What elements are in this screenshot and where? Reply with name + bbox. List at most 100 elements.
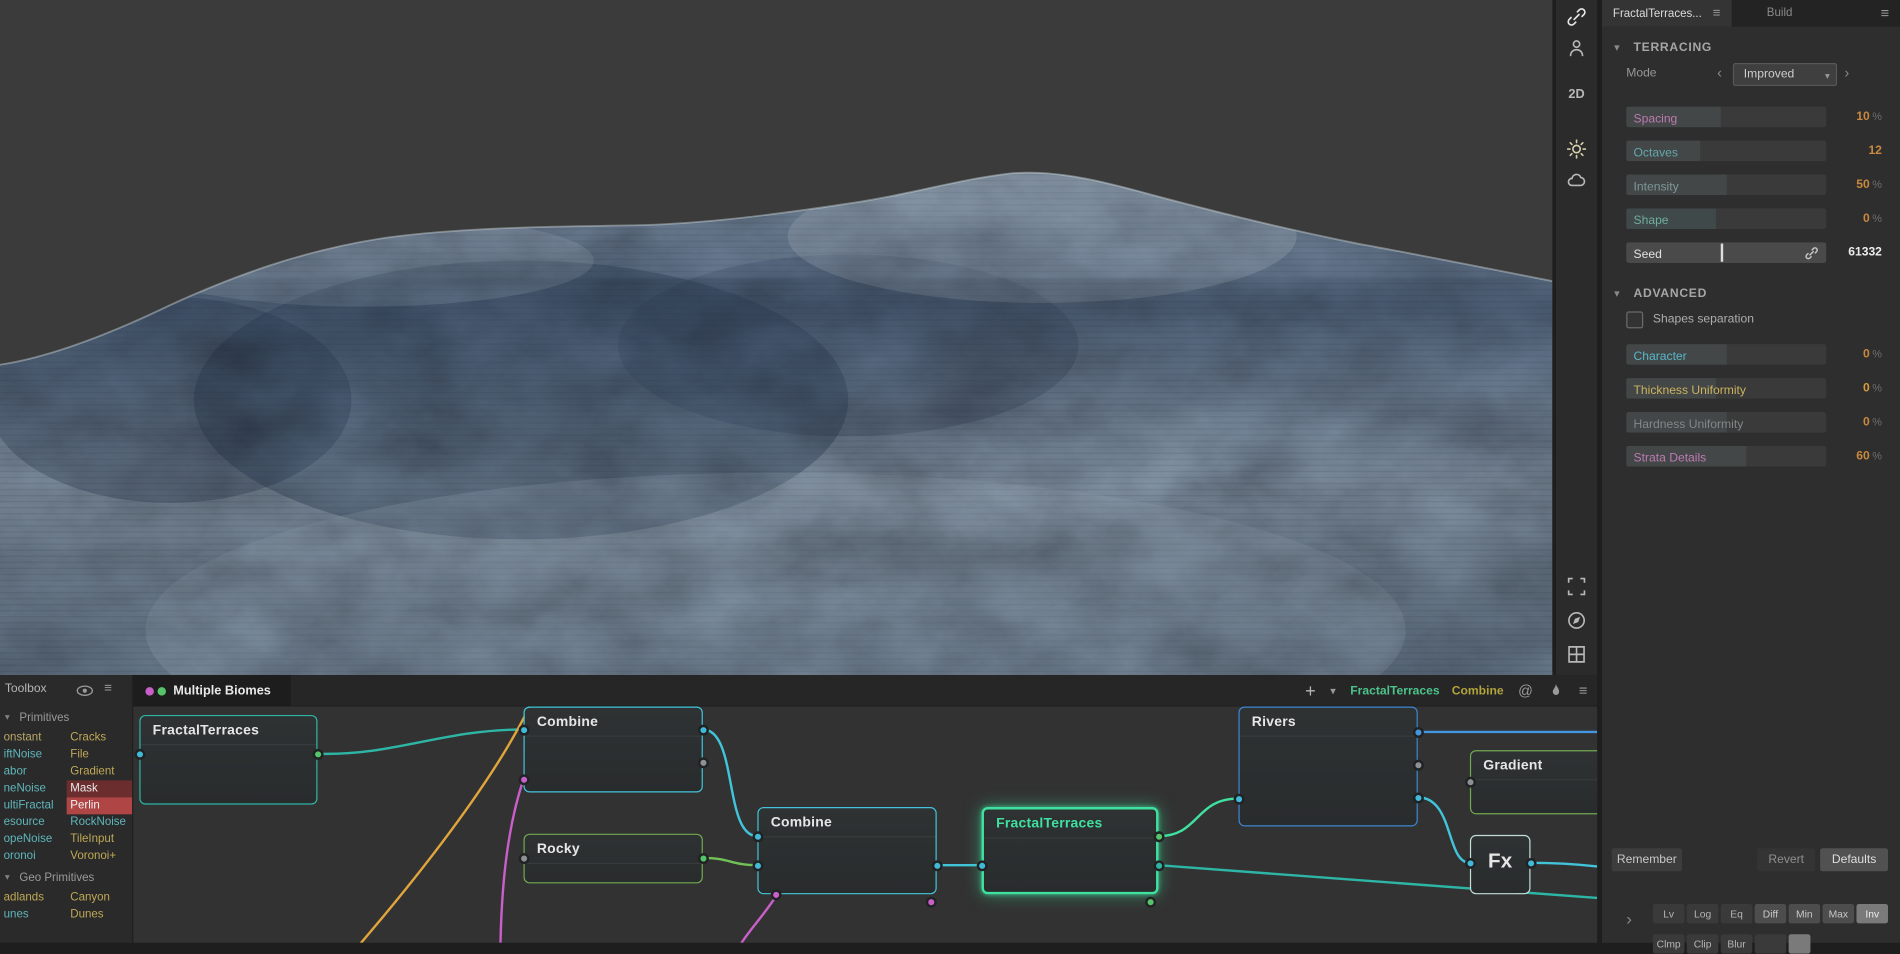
- compass-icon[interactable]: [1566, 610, 1588, 632]
- slider-track[interactable]: Character: [1626, 344, 1827, 365]
- character-scale-icon[interactable]: [1566, 38, 1588, 60]
- tab-build[interactable]: Build: [1767, 0, 1793, 27]
- view-2d-button[interactable]: 2D: [1563, 87, 1590, 102]
- node-port[interactable]: [1525, 857, 1536, 869]
- node-graph-canvas[interactable]: FractalTerraces Combine Rocky Combine Fracta…: [133, 706, 1598, 943]
- slider-track[interactable]: Shape: [1626, 208, 1827, 230]
- node-rocky[interactable]: Rocky: [523, 833, 703, 884]
- shapes-separation-checkbox[interactable]: [1626, 311, 1644, 329]
- node-port[interactable]: [697, 724, 709, 735]
- graph-menu-icon[interactable]: ≡: [1579, 682, 1588, 699]
- wire[interactable]: [359, 706, 531, 943]
- eye-icon[interactable]: [75, 681, 94, 700]
- breadcrumb-fractalterraces[interactable]: FractalTerraces: [1350, 684, 1439, 697]
- node-port[interactable]: [1412, 759, 1424, 771]
- wire[interactable]: [1529, 861, 1598, 868]
- toolbox-item-dunes[interactable]: Dunes: [67, 906, 132, 923]
- mode-dropdown[interactable]: Improved ▾: [1732, 63, 1838, 87]
- node-fractalterraces[interactable]: FractalTerraces: [139, 714, 318, 805]
- section-terracing[interactable]: ▾ TERRACING: [1602, 40, 1900, 59]
- slider-track[interactable]: Intensity: [1626, 174, 1827, 196]
- section-advanced[interactable]: ▾ ADVANCED: [1602, 286, 1900, 305]
- toolbox-item-onstant[interactable]: onstant: [0, 730, 67, 747]
- mini-button-min[interactable]: Min: [1788, 904, 1821, 924]
- mention-icon[interactable]: @: [1518, 682, 1533, 699]
- graph-tab-multiple-biomes[interactable]: Multiple Biomes: [133, 674, 291, 707]
- mini-button-diff[interactable]: Diff: [1754, 904, 1787, 924]
- node-port[interactable]: [751, 830, 763, 842]
- node-port[interactable]: [697, 852, 709, 864]
- slider-track[interactable]: Spacing: [1626, 106, 1827, 128]
- node-port[interactable]: [751, 859, 763, 871]
- node-port[interactable]: [976, 859, 988, 871]
- mini-button-lv[interactable]: Lv: [1652, 904, 1685, 924]
- mini-button-blank[interactable]: [1754, 934, 1787, 954]
- node-combine[interactable]: Combine: [523, 706, 703, 793]
- mini-button-clmp[interactable]: Clmp: [1652, 934, 1685, 954]
- node-port[interactable]: [1464, 776, 1476, 788]
- wire[interactable]: [1416, 796, 1472, 865]
- slider-track[interactable]: Seed: [1626, 242, 1827, 263]
- toolbox-section-geo-primitives[interactable]: ▾ Geo Primitives: [0, 870, 132, 889]
- expand-icon[interactable]: ›: [1626, 909, 1632, 928]
- toolbox-item-cracks[interactable]: Cracks: [67, 730, 132, 747]
- mode-next-button[interactable]: ›: [1844, 64, 1849, 81]
- remember-button[interactable]: Remember: [1611, 848, 1682, 872]
- node-port[interactable]: [1412, 726, 1424, 738]
- mini-button-clip[interactable]: Clip: [1686, 934, 1719, 954]
- node-port[interactable]: [518, 724, 529, 735]
- node-port[interactable]: [770, 888, 782, 900]
- toolbox-item-perlin[interactable]: Perlin: [66, 797, 133, 815]
- mini-button-blank[interactable]: [1788, 934, 1811, 954]
- node-fx[interactable]: Fx: [1469, 834, 1531, 895]
- mini-button-eq[interactable]: Eq: [1720, 904, 1753, 924]
- node-port[interactable]: [1144, 896, 1156, 908]
- node-rivers[interactable]: Rivers: [1238, 706, 1418, 827]
- toolbox-item-iftnoise[interactable]: iftNoise: [0, 746, 67, 763]
- toolbox-menu-icon[interactable]: ≡: [104, 681, 112, 696]
- node-port[interactable]: [931, 859, 943, 871]
- node-port[interactable]: [697, 756, 709, 768]
- grid-view-icon[interactable]: [1566, 643, 1588, 665]
- panel-menu-icon[interactable]: ≡: [1881, 0, 1890, 27]
- wire[interactable]: [1157, 864, 1598, 900]
- mini-button-max[interactable]: Max: [1822, 904, 1855, 924]
- node-port[interactable]: [312, 748, 323, 760]
- tab-menu-icon[interactable]: ≡: [1713, 6, 1721, 21]
- breadcrumb-combine[interactable]: Combine: [1452, 684, 1504, 697]
- seed-link-icon[interactable]: [1804, 245, 1819, 260]
- defaults-button[interactable]: Defaults: [1820, 848, 1888, 872]
- node-port[interactable]: [518, 852, 529, 864]
- mini-button-inv[interactable]: Inv: [1856, 904, 1888, 924]
- sun-light-icon[interactable]: [1566, 138, 1588, 160]
- toolbox-item-nenoise[interactable]: neNoise: [0, 780, 67, 797]
- node-gradient[interactable]: Gradient: [1469, 750, 1598, 815]
- node-port[interactable]: [1464, 857, 1476, 869]
- toolbox-item-rocknoise[interactable]: RockNoise: [67, 814, 132, 831]
- wire[interactable]: [316, 728, 525, 756]
- toolbox-item-ultifractal[interactable]: ultiFractal: [0, 797, 67, 814]
- slider-track[interactable]: Thickness Uniformity: [1626, 378, 1827, 399]
- collapse-icon[interactable]: ▾: [1614, 287, 1620, 300]
- wire[interactable]: [701, 856, 759, 867]
- toolbox-item-openoise[interactable]: opeNoise: [0, 831, 67, 848]
- collapse-icon[interactable]: ▾: [1614, 41, 1620, 54]
- wire[interactable]: [701, 728, 759, 838]
- wire[interactable]: [740, 895, 777, 943]
- link-icon[interactable]: [1566, 6, 1588, 28]
- toolbox-item-mask[interactable]: Mask: [66, 780, 133, 798]
- node-port[interactable]: [925, 896, 937, 908]
- toolbox-item-file[interactable]: File: [67, 746, 132, 763]
- toolbox-section-primitives[interactable]: ▾ Primitives: [0, 710, 132, 729]
- node-combine[interactable]: Combine: [757, 807, 937, 895]
- node-port[interactable]: [518, 773, 529, 785]
- toolbox-item-abor[interactable]: abor: [0, 763, 67, 780]
- toolbox-item-unes[interactable]: unes: [0, 906, 67, 923]
- node-fractalterraces[interactable]: FractalTerraces: [981, 807, 1159, 895]
- chevron-down-icon[interactable]: ▾: [1330, 684, 1335, 697]
- cloud-icon[interactable]: [1566, 170, 1588, 192]
- node-port[interactable]: [1153, 859, 1164, 871]
- toolbox-item-canyon[interactable]: Canyon: [67, 889, 132, 906]
- node-port[interactable]: [1412, 791, 1424, 803]
- toolbox-item-esource[interactable]: esource: [0, 814, 67, 831]
